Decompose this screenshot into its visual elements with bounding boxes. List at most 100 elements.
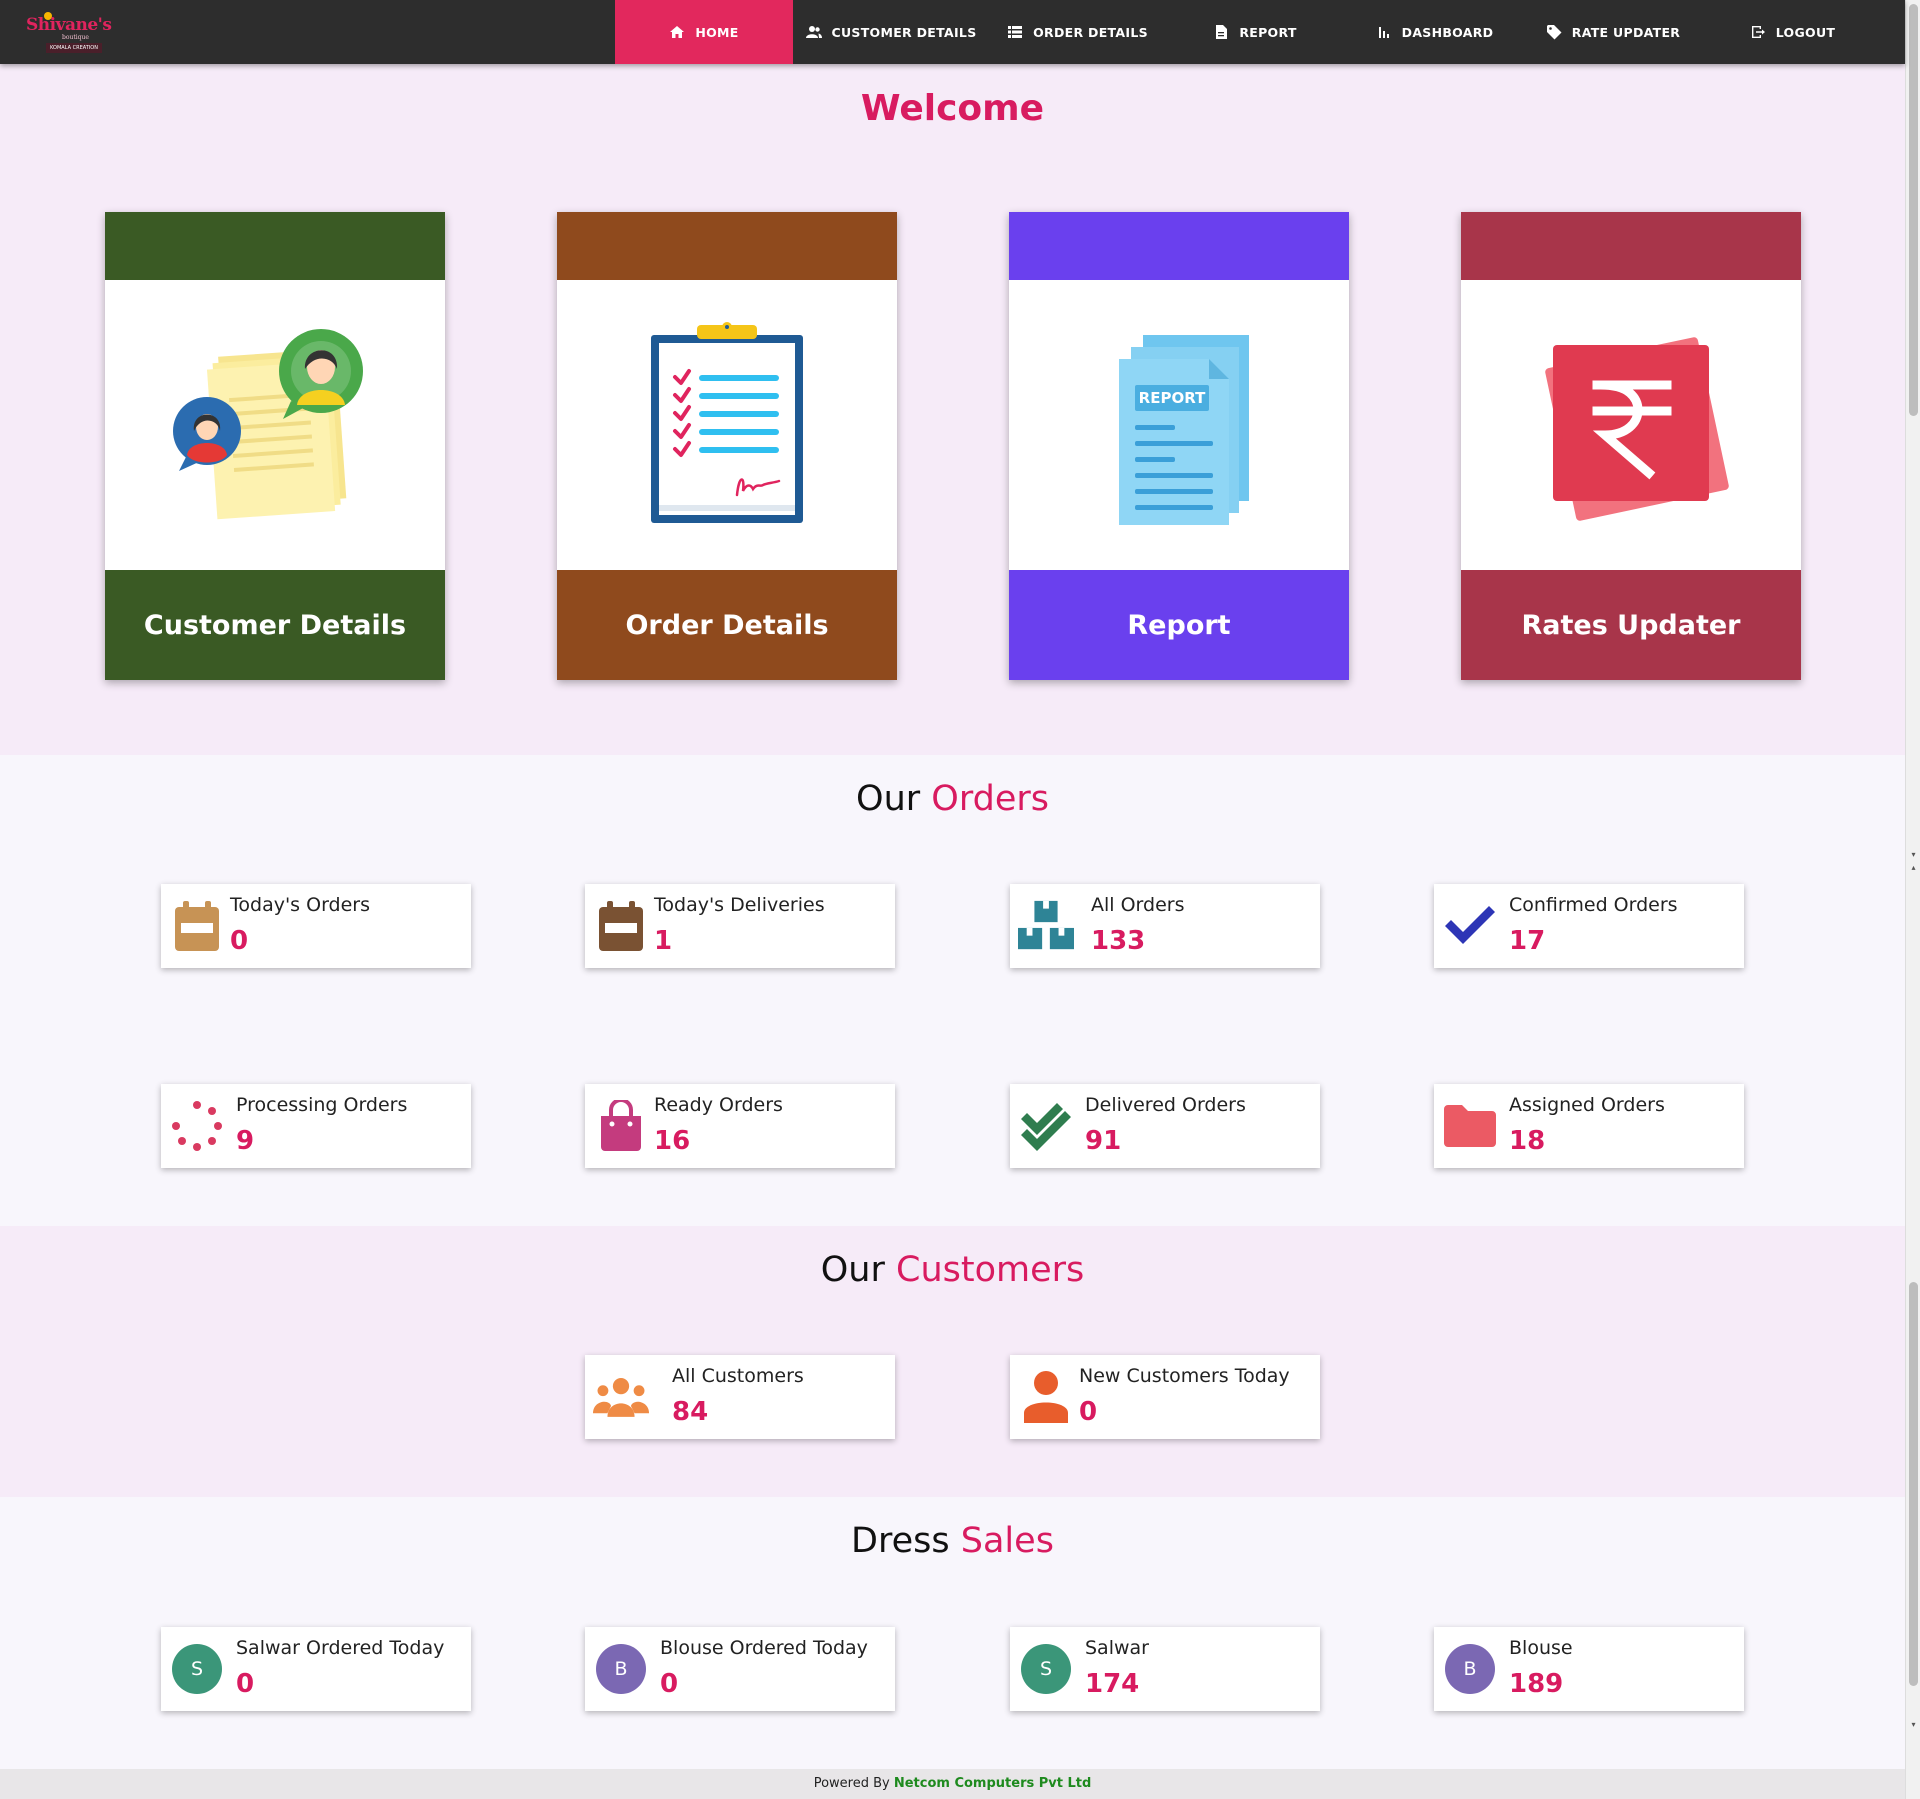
card-header-bar: [557, 212, 897, 280]
nav-label: DASHBOARD: [1401, 24, 1494, 40]
stat-card-ready-orders[interactable]: Ready Orders 16: [585, 1084, 895, 1168]
card-title: Report: [1009, 570, 1349, 680]
nav-label: REPORT: [1239, 24, 1297, 40]
logout-icon: [1751, 26, 1765, 38]
scroll-up-arrow[interactable]: ▴: [1909, 863, 1918, 872]
title-prefix: Our: [856, 779, 921, 819]
stat-label: Blouse Ordered Today: [660, 1637, 868, 1659]
title-prefix: Our: [820, 1250, 885, 1290]
clipboard-checklist-icon: [651, 322, 803, 523]
nav-item-rate-updater[interactable]: RATE UPDATER: [1525, 0, 1701, 64]
stat-value: 91: [1085, 1126, 1122, 1156]
logo-subtext: boutique: [62, 34, 89, 41]
page-scrollbar[interactable]: ▾ ▴ ▾: [1905, 0, 1920, 1799]
stat-label: Delivered Orders: [1085, 1094, 1246, 1116]
stat-label: Today's Orders: [230, 894, 371, 916]
card-title: Order Details: [557, 570, 897, 680]
title-accent: Orders: [931, 779, 1049, 819]
stat-value: 18: [1509, 1126, 1546, 1156]
title-accent: Customers: [896, 1250, 1085, 1290]
report-documents-icon: REPORT: [1119, 335, 1249, 525]
stat-label: All Customers: [672, 1365, 804, 1387]
brand-logo[interactable]: Shivane's boutique KOMALA CREATION: [24, 9, 112, 55]
nav-item-order-details[interactable]: ORDER DETAILS: [989, 0, 1166, 64]
stat-value: 0: [230, 926, 249, 956]
spinner-icon: [169, 1098, 225, 1154]
card-title: Rates Updater: [1461, 570, 1801, 680]
avatar: B: [1445, 1644, 1495, 1694]
boxes-icon: [1018, 898, 1074, 954]
bar-chart-icon: [1378, 27, 1389, 38]
scroll-down-arrow-bottom[interactable]: ▾: [1909, 1720, 1918, 1729]
top-navbar: Shivane's boutique KOMALA CREATION HOME …: [0, 0, 1905, 64]
card-header-bar: [1009, 212, 1349, 280]
report-card[interactable]: REPORT Report: [1009, 212, 1349, 680]
folder-icon: [1442, 1098, 1498, 1154]
footer-prefix: Powered By: [813, 1776, 890, 1791]
stat-card-blouse-ordered-today[interactable]: B Blouse Ordered Today 0: [585, 1627, 895, 1711]
sales-section-title: Dress Sales: [0, 1521, 1905, 1561]
scrollbar-thumb-top[interactable]: [1909, 4, 1918, 416]
stat-label: Salwar Ordered Today: [236, 1637, 445, 1659]
stat-label: New Customers Today: [1079, 1365, 1290, 1387]
tag-icon: [1546, 25, 1562, 40]
shopping-bag-icon: [593, 1098, 649, 1154]
stat-card-blouse-total[interactable]: B Blouse 189: [1434, 1627, 1744, 1711]
stat-card-todays-orders[interactable]: Today's Orders 0: [161, 884, 471, 968]
nav-item-dashboard[interactable]: DASHBOARD: [1344, 0, 1525, 64]
nav-label: LOGOUT: [1775, 24, 1836, 40]
scrollbar-thumb-bottom[interactable]: [1909, 1282, 1918, 1686]
stat-value: 0: [1079, 1397, 1098, 1427]
calendar-icon: [593, 898, 649, 954]
nav-item-logout[interactable]: LOGOUT: [1701, 0, 1884, 64]
nav-item-home[interactable]: HOME: [615, 0, 793, 64]
stat-card-new-customers-today[interactable]: New Customers Today 0: [1010, 1355, 1320, 1439]
customers-section-title: Our Customers: [0, 1250, 1905, 1290]
stat-card-delivered-orders[interactable]: Delivered Orders 91: [1010, 1084, 1320, 1168]
nav-item-customer-details[interactable]: CUSTOMER DETAILS: [793, 0, 989, 64]
svg-text:REPORT: REPORT: [1139, 389, 1206, 407]
card-image: [557, 280, 897, 570]
stat-card-salwar-ordered-today[interactable]: S Salwar Ordered Today 0: [161, 1627, 471, 1711]
stat-card-all-orders[interactable]: All Orders 133: [1010, 884, 1320, 968]
welcome-title: Welcome: [860, 88, 1045, 129]
stat-value: 174: [1085, 1669, 1140, 1699]
nav-label: ORDER DETAILS: [1033, 24, 1148, 40]
card-title: Customer Details: [105, 570, 445, 680]
avatar: S: [1021, 1644, 1071, 1694]
welcome-section: Welcome Customer Details Order Details R…: [0, 64, 1905, 755]
nav-label: HOME: [695, 24, 739, 40]
document-icon: [1216, 25, 1228, 39]
card-image: [1461, 280, 1801, 570]
stat-card-todays-deliveries[interactable]: Today's Deliveries 1: [585, 884, 895, 968]
logo-text: Shivane's: [26, 15, 112, 35]
title-prefix: Dress: [851, 1521, 950, 1561]
footer-company-link[interactable]: Netcom Computers Pvt Ltd: [894, 1776, 1091, 1791]
nav-item-report[interactable]: REPORT: [1166, 0, 1344, 64]
avatar-container: B: [593, 1641, 649, 1697]
stat-value: 0: [236, 1669, 255, 1699]
order-details-card[interactable]: Order Details: [557, 212, 897, 680]
stat-card-all-customers[interactable]: All Customers 84: [585, 1355, 895, 1439]
rates-updater-card[interactable]: Rates Updater: [1461, 212, 1801, 680]
stat-value: 16: [654, 1126, 691, 1156]
avatar-container: S: [1018, 1641, 1074, 1697]
checkmark-icon: [1442, 898, 1498, 954]
stat-card-assigned-orders[interactable]: Assigned Orders 18: [1434, 1084, 1744, 1168]
stat-card-processing-orders[interactable]: Processing Orders 9: [161, 1084, 471, 1168]
stat-label: Salwar: [1085, 1637, 1149, 1659]
customer-documents-icon: [173, 329, 363, 520]
orders-section: Our Orders Today's Orders 0 Today's Deli…: [0, 755, 1905, 1226]
stat-value: 189: [1509, 1669, 1564, 1699]
card-image: [105, 280, 445, 570]
scroll-down-arrow[interactable]: ▾: [1909, 850, 1918, 859]
avatar-container: S: [169, 1641, 225, 1697]
nav-label: CUSTOMER DETAILS: [831, 24, 977, 40]
stat-label: Assigned Orders: [1509, 1094, 1665, 1116]
stat-value: 17: [1509, 926, 1546, 956]
customer-details-card[interactable]: Customer Details: [105, 212, 445, 680]
stat-value: 0: [660, 1669, 679, 1699]
stat-card-confirmed-orders[interactable]: Confirmed Orders 17: [1434, 884, 1744, 968]
stat-label: Processing Orders: [236, 1094, 408, 1116]
stat-card-salwar-total[interactable]: S Salwar 174: [1010, 1627, 1320, 1711]
